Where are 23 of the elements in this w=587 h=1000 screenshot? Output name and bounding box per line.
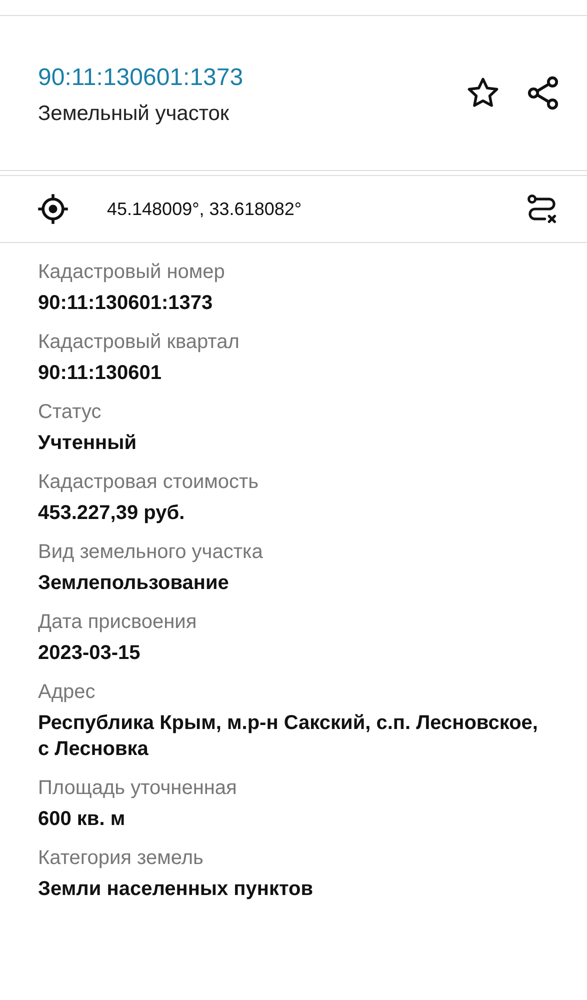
field-value: 90:11:130601: [38, 361, 162, 386]
field-label: Кадастровая стоимость: [38, 471, 260, 494]
field-label: Кадастровый номер: [38, 261, 226, 284]
field-value: Земли населенных пунктов: [38, 877, 314, 902]
parcel-number-link[interactable]: 90:11:130601:1373: [38, 64, 442, 92]
field-label: Вид земельного участка: [38, 541, 264, 564]
field-label: Дата присвоения: [38, 611, 198, 634]
field-value: 453.227,39 руб.: [38, 501, 186, 526]
field-label: Статус: [38, 401, 102, 424]
field-value: 600 кв. м: [38, 807, 126, 832]
parcel-type: Земельный участок: [38, 102, 230, 126]
location-target-icon[interactable]: [36, 192, 70, 226]
field-label: Категория земель: [38, 847, 204, 870]
field-label: Кадастровый квартал: [38, 331, 240, 354]
field-label: Площадь уточненная: [38, 777, 238, 800]
field-value: Учтенный: [38, 431, 138, 456]
field-value: 2023-03-15: [38, 641, 142, 666]
coordinates: 45.148009°, 33.618082°: [107, 198, 303, 220]
field-label: Адрес: [38, 681, 96, 704]
field-value: 90:11:130601:1373: [38, 291, 214, 316]
field-value: Землепользование: [38, 571, 230, 596]
route-clear-icon[interactable]: [525, 192, 559, 226]
field-value: Республика Крым, м.р-н Сакский, с.п. Лесновское, с Лесновка: [38, 711, 539, 762]
